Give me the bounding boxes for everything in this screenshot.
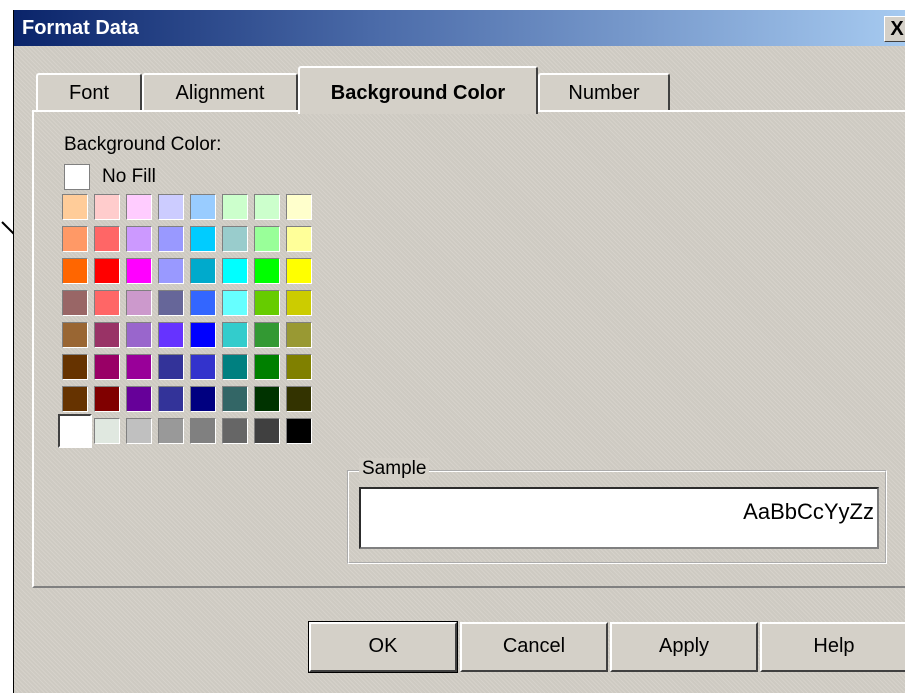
color-swatch[interactable] [158,322,184,348]
dialog-title: Format Data [22,17,139,39]
color-swatch[interactable] [254,322,280,348]
title-bar: Format Data X [14,10,905,46]
color-swatch[interactable] [158,290,184,316]
color-swatch[interactable] [126,226,152,252]
color-swatch[interactable] [286,418,312,444]
color-swatch[interactable] [222,322,248,348]
sample-label: Sample [359,458,430,480]
color-swatch-selected[interactable] [58,414,92,448]
color-swatch[interactable] [94,226,120,252]
color-swatch[interactable] [94,290,120,316]
tab-background-color[interactable]: Background Color [298,66,538,114]
ok-button[interactable]: OK [308,621,458,673]
color-swatch[interactable] [254,226,280,252]
color-swatch[interactable] [254,418,280,444]
color-swatch[interactable] [94,258,120,284]
color-swatch[interactable] [254,194,280,220]
color-swatch[interactable] [190,322,216,348]
color-swatch[interactable] [222,194,248,220]
background-color-label: Background Color: [64,134,222,155]
apply-button[interactable]: Apply [610,622,758,672]
color-swatch[interactable] [254,290,280,316]
color-swatch[interactable] [158,386,184,412]
color-swatch[interactable] [222,290,248,316]
color-swatch[interactable] [158,226,184,252]
color-swatch[interactable] [126,386,152,412]
color-swatch[interactable] [286,354,312,380]
color-swatch[interactable] [62,386,88,412]
color-swatch[interactable] [158,354,184,380]
color-swatch[interactable] [190,418,216,444]
sample-group: Sample AaBbCcYyZz [347,458,887,564]
color-swatch[interactable] [126,418,152,444]
color-swatch[interactable] [62,290,88,316]
color-swatch[interactable] [286,322,312,348]
color-swatch[interactable] [62,194,88,220]
color-swatch[interactable] [222,354,248,380]
color-swatch[interactable] [62,258,88,284]
color-swatch[interactable] [126,354,152,380]
help-button[interactable]: Help [760,622,905,672]
color-swatch[interactable] [94,418,120,444]
color-swatch[interactable] [254,354,280,380]
color-swatch[interactable] [62,354,88,380]
color-swatch[interactable] [286,258,312,284]
color-swatch[interactable] [190,194,216,220]
color-swatch[interactable] [190,354,216,380]
color-swatch[interactable] [126,322,152,348]
color-swatch[interactable] [126,194,152,220]
color-swatch[interactable] [222,386,248,412]
color-swatch[interactable] [94,386,120,412]
color-swatch[interactable] [286,226,312,252]
color-swatch[interactable] [94,194,120,220]
sample-preview: AaBbCcYyZz [359,487,879,549]
color-swatch[interactable] [62,322,88,348]
color-swatch[interactable] [158,258,184,284]
color-swatch[interactable] [254,386,280,412]
color-swatch[interactable] [94,322,120,348]
color-palette [58,194,318,450]
color-swatch[interactable] [158,194,184,220]
no-fill-label: No Fill [102,166,156,187]
color-swatch[interactable] [190,386,216,412]
sample-text: AaBbCcYyZz [743,499,874,524]
color-swatch[interactable] [254,258,280,284]
color-swatch[interactable] [222,418,248,444]
color-swatch[interactable] [190,226,216,252]
color-swatch[interactable] [158,418,184,444]
color-swatch[interactable] [190,258,216,284]
color-swatch[interactable] [94,354,120,380]
color-swatch[interactable] [286,386,312,412]
color-swatch[interactable] [126,290,152,316]
tab-font[interactable]: Font [36,73,142,111]
color-swatch[interactable] [190,290,216,316]
tab-number[interactable]: Number [538,73,670,111]
close-button[interactable]: X [884,16,905,42]
cancel-button[interactable]: Cancel [460,622,608,672]
color-swatch[interactable] [222,258,248,284]
color-swatch[interactable] [286,194,312,220]
format-data-dialog: Format Data X Font Alignment Background … [13,10,905,693]
color-swatch[interactable] [222,226,248,252]
no-fill-checkbox[interactable] [64,164,90,190]
color-swatch[interactable] [126,258,152,284]
color-swatch[interactable] [286,290,312,316]
tab-alignment[interactable]: Alignment [142,73,298,111]
color-swatch[interactable] [62,226,88,252]
